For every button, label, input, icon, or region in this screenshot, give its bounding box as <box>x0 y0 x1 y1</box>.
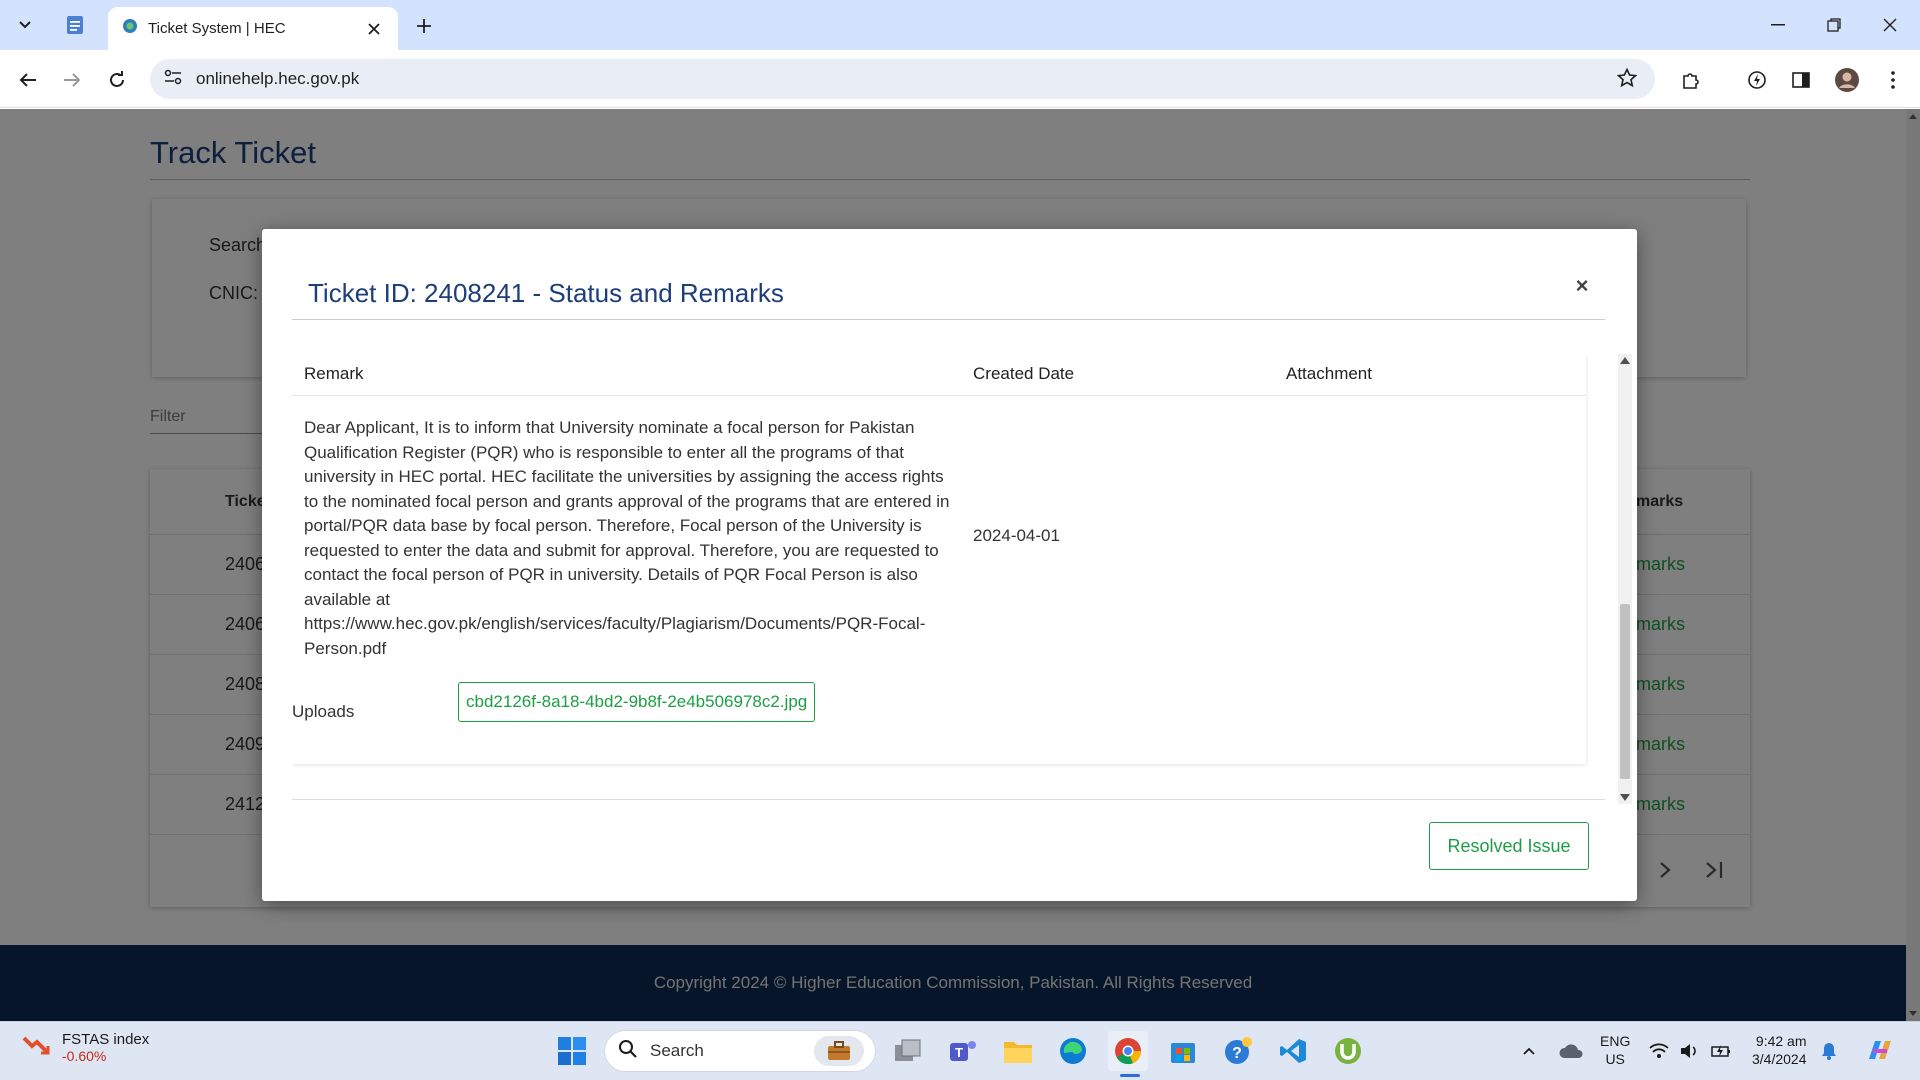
stock-trend-icon <box>22 1034 50 1061</box>
battery-icon[interactable] <box>1706 1031 1736 1071</box>
task-view-icon[interactable] <box>888 1031 928 1071</box>
profile-avatar[interactable] <box>1832 65 1862 95</box>
close-icon[interactable]: × <box>1570 273 1594 298</box>
language-indicator[interactable]: ENG US <box>1600 1032 1630 1068</box>
utorrent-icon[interactable] <box>1328 1031 1368 1071</box>
teams-icon[interactable]: T <box>943 1031 983 1071</box>
scroll-up-icon[interactable] <box>1620 357 1630 364</box>
notification-bell-icon[interactable] <box>1814 1031 1844 1071</box>
system-clock[interactable]: 9:42 am 3/4/2024 <box>1752 1032 1807 1068</box>
tab-search-button[interactable] <box>10 12 40 38</box>
forward-icon[interactable] <box>58 66 86 94</box>
created-date-column-header: Created Date <box>973 364 1075 383</box>
url-text: onlinehelp.hec.gov.pk <box>196 69 360 88</box>
tab-title: Ticket System | HEC <box>148 20 286 37</box>
modal-footer-divider <box>292 799 1605 800</box>
restore-icon[interactable] <box>1814 10 1854 40</box>
performance-icon[interactable] <box>1742 65 1772 95</box>
remarks-table-header: Remark Created Date Attachment <box>292 354 1586 396</box>
remark-text: Dear Applicant, It is to inform that Uni… <box>304 418 950 658</box>
taskbar-search[interactable]: Search <box>604 1030 876 1072</box>
windows-taskbar: FSTAS index -0.60% Search T ? ENG US 9:4… <box>0 1021 1920 1080</box>
modal-header-divider <box>292 319 1605 320</box>
briefcase-icon <box>814 1036 864 1066</box>
svg-text:T: T <box>955 1045 963 1060</box>
search-label: Search <box>650 1041 704 1060</box>
edge-icon[interactable] <box>1053 1031 1093 1071</box>
modal-title: Ticket ID: 2408241 - Status and Remarks <box>308 278 784 308</box>
help-icon[interactable]: ? <box>1218 1031 1258 1071</box>
show-hidden-icons-icon[interactable] <box>1508 1031 1550 1071</box>
back-icon[interactable] <box>14 66 42 94</box>
copilot-icon[interactable] <box>1860 1031 1900 1071</box>
clock-time: 9:42 am <box>1755 1033 1807 1049</box>
wifi-icon[interactable] <box>1644 1031 1674 1071</box>
region-code: US <box>1605 1051 1625 1067</box>
file-explorer-icon[interactable] <box>998 1031 1038 1071</box>
bookmark-star-icon[interactable] <box>1616 67 1638 93</box>
remark-column-header: Remark <box>304 364 364 383</box>
browser-tab-strip: Ticket System | HEC <box>0 0 1920 50</box>
ticket-status-modal: Ticket ID: 2408241 - Status and Remarks … <box>262 229 1637 901</box>
address-bar[interactable]: onlinehelp.hec.gov.pk <box>150 59 1655 99</box>
search-icon <box>618 1039 638 1064</box>
language-code: ENG <box>1600 1033 1631 1049</box>
svg-text:?: ? <box>1232 1045 1242 1062</box>
extensions-icon[interactable] <box>1676 65 1706 95</box>
scroll-down-icon[interactable] <box>1620 794 1630 801</box>
windows-start-icon[interactable] <box>552 1031 592 1071</box>
remarks-table: Remark Created Date Attachment Dear Appl… <box>292 354 1586 764</box>
clock-date: 3/4/2024 <box>1752 1051 1807 1067</box>
widget-title: FSTAS index <box>62 1031 150 1048</box>
stock-widget[interactable]: FSTAS index -0.60% <box>22 1031 149 1064</box>
upload-file-link[interactable]: cbd2126f-8a18-4bd2-9b8f-2e4b506978c2.jpg <box>458 682 816 722</box>
active-tab[interactable]: Ticket System | HEC <box>108 7 398 50</box>
modal-scrollbar[interactable] <box>1618 354 1632 804</box>
new-tab-icon[interactable] <box>410 12 438 40</box>
store-icon[interactable] <box>1163 1031 1203 1071</box>
browser-toolbar: onlinehelp.hec.gov.pk <box>0 50 1920 108</box>
favicon-icon <box>122 18 138 39</box>
site-info-icon[interactable] <box>164 69 182 90</box>
chrome-active-indicator <box>1120 1074 1140 1077</box>
volume-icon[interactable] <box>1675 1031 1705 1071</box>
vscode-icon[interactable] <box>1273 1031 1313 1071</box>
modal-body: Remark Created Date Attachment Dear Appl… <box>292 354 1605 804</box>
created-date-value: 2024-04-01 <box>973 526 1060 545</box>
chrome-icon[interactable] <box>1108 1031 1148 1071</box>
uploads-label: Uploads <box>292 702 355 721</box>
reload-icon[interactable] <box>103 66 131 94</box>
widget-value: -0.60% <box>62 1048 107 1064</box>
browser-menu-icon[interactable] <box>1878 65 1908 95</box>
onedrive-icon[interactable] <box>1550 1031 1592 1071</box>
attachment-column-header: Attachment <box>1286 364 1372 383</box>
side-panel-icon[interactable] <box>1786 65 1816 95</box>
close-tab-icon[interactable] <box>364 19 384 39</box>
resolved-issue-button[interactable]: Resolved Issue <box>1429 822 1589 870</box>
docs-icon[interactable] <box>60 12 90 38</box>
close-window-icon[interactable] <box>1870 10 1910 40</box>
scroll-thumb[interactable] <box>1620 604 1630 779</box>
minimize-icon[interactable] <box>1758 10 1798 40</box>
